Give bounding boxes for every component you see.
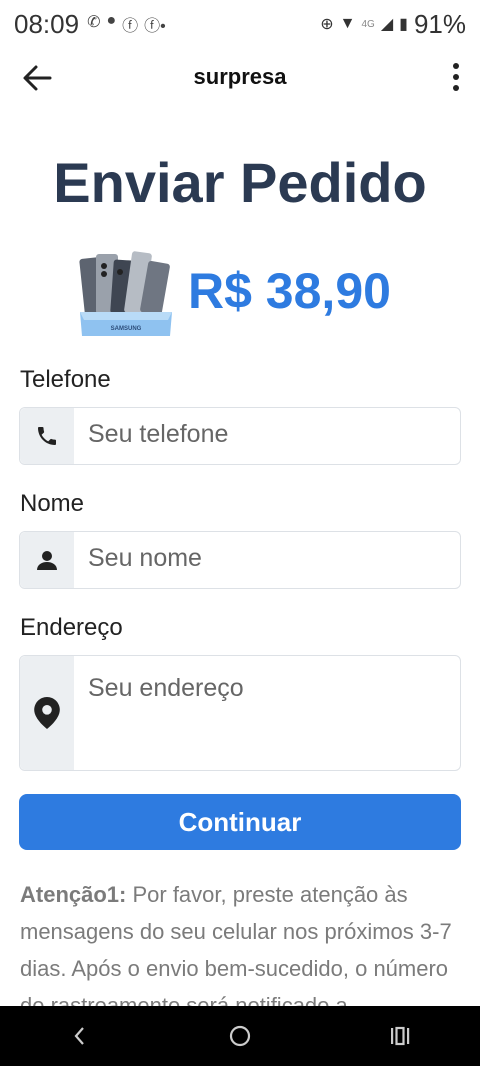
name-addon <box>20 532 74 588</box>
page-title: Enviar Pedido <box>53 151 427 214</box>
battery-icon: ▮ <box>399 16 408 33</box>
facebook-icon: ⓕ <box>122 18 139 35</box>
app-title: surpresa <box>193 64 287 89</box>
status-bar: 08:09 ✆ ● ⓕ ⓕ• ⊕ ▼ 4G ◢ ▮ 91% <box>0 0 480 48</box>
navigation-bar <box>0 1006 480 1066</box>
chevron-left-icon <box>74 1027 84 1045</box>
nav-home-button[interactable] <box>220 1016 260 1056</box>
battery-level: 91% <box>413 8 466 39</box>
name-field[interactable]: Seu nome <box>19 531 461 589</box>
back-arrow-icon[interactable] <box>20 60 56 96</box>
person-icon <box>37 551 57 570</box>
address-addon <box>20 656 74 770</box>
phone-field[interactable]: Seu telefone <box>19 407 461 465</box>
phone-icon <box>38 427 56 445</box>
status-time: 08:09 <box>14 8 80 39</box>
product-brand: SAMSUNG <box>111 326 142 332</box>
chat-icon: ● <box>106 12 117 29</box>
name-input[interactable]: Seu nome <box>88 544 202 573</box>
signal-icon: ◢ <box>380 16 394 33</box>
phone-input[interactable]: Seu telefone <box>88 420 228 449</box>
notice-text: Atenção1: Por favor, preste atenção às m… <box>20 876 460 1006</box>
address-input[interactable]: Seu endereço <box>88 674 244 703</box>
product-image: SAMSUNG <box>79 251 172 336</box>
continue-button[interactable]: Continuar <box>19 794 461 850</box>
location-pin-icon <box>34 697 60 729</box>
nav-back-button[interactable] <box>60 1016 100 1056</box>
network-label: 4G <box>361 18 375 30</box>
alarm-icon: ⊕ <box>320 16 334 33</box>
phone-label: Telefone <box>20 366 111 393</box>
home-circle-icon <box>229 1025 251 1047</box>
status-left: 08:09 ✆ ● ⓕ ⓕ• <box>14 9 166 40</box>
wifi-icon: ▼ <box>339 15 356 32</box>
phone-addon <box>20 408 74 464</box>
more-vert-icon[interactable] <box>446 60 466 96</box>
notice-bold: Atenção1: <box>20 882 127 907</box>
facebook-icon: ⓕ• <box>144 18 166 35</box>
status-right: ⊕ ▼ 4G ◢ ▮ 91% <box>320 9 466 40</box>
address-field[interactable]: Seu endereço <box>19 655 461 771</box>
price: R$ 38,90 <box>188 263 391 319</box>
name-label: Nome <box>20 490 85 517</box>
recents-icon <box>391 1026 410 1046</box>
whatsapp-icon: ✆ <box>87 14 101 31</box>
nav-recents-button[interactable] <box>380 1016 420 1056</box>
address-label: Endereço <box>20 614 123 641</box>
app-bar: surpresa <box>0 48 480 106</box>
notification-icons: ✆ ● ⓕ ⓕ• <box>87 12 166 36</box>
